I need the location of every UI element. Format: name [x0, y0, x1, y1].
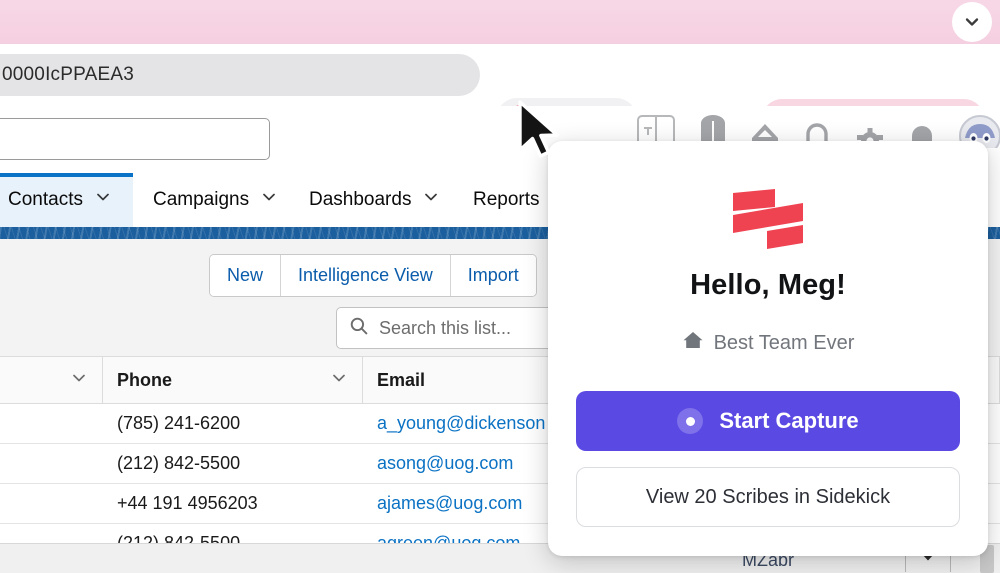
nav-tab-label: Contacts [8, 189, 83, 210]
chevron-down-icon[interactable] [70, 369, 88, 392]
intelligence-view-button[interactable]: Intelligence View [281, 255, 451, 296]
salesforce-global-search[interactable] [0, 118, 270, 160]
cell-phone: (785) 241-6200 [117, 413, 241, 433]
column-header-phone[interactable]: Phone [103, 357, 363, 403]
sidebar-item-campaigns[interactable]: Campaigns [140, 173, 291, 227]
list-action-buttons: New Intelligence View Import [209, 254, 537, 297]
popup-workspace-label: Best Team Ever [713, 331, 855, 354]
view-scribes-button[interactable]: View 20 Scribes in Sidekick [576, 467, 960, 527]
home-icon [682, 329, 704, 357]
address-bar[interactable]: 0000IcPPAEA3 [0, 54, 480, 96]
start-capture-button[interactable]: Start Capture [576, 391, 960, 451]
cell-name [0, 404, 103, 443]
scribe-logo [548, 187, 988, 251]
collapse-button[interactable] [952, 2, 992, 42]
popup-workspace: Best Team Ever [548, 329, 988, 357]
nav-tab-label: Campaigns [153, 189, 250, 210]
cell-name [0, 444, 103, 483]
column-label: Phone [117, 369, 173, 390]
start-capture-label: Start Capture [719, 408, 859, 433]
view-scribes-label: View 20 Scribes in Sidekick [645, 485, 891, 508]
address-bar-text: 0000IcPPAEA3 [2, 64, 134, 85]
chrome-toolbar: 0000IcPPAEA3 20 [0, 44, 1000, 140]
chevron-down-icon[interactable] [422, 188, 440, 212]
scribe-extension-popup: Hello, Meg! Best Team Ever Start Capture… [548, 141, 988, 556]
column-header-name[interactable] [0, 357, 103, 403]
nav-tab-label: Dashboards [309, 189, 412, 210]
record-icon [677, 408, 704, 434]
sidebar-item-contacts[interactable]: Contacts [0, 173, 133, 227]
browser-top-strip [0, 0, 1000, 44]
sidebar-item-dashboards[interactable]: Dashboards [296, 173, 453, 227]
search-list-placeholder: Search this list... [379, 317, 512, 338]
chevron-down-icon [962, 12, 982, 32]
top-strip-background [0, 0, 1000, 44]
sidebar-item-reports[interactable]: Reports [460, 173, 553, 227]
screen: 0000IcPPAEA3 20 [0, 0, 1000, 573]
column-label: Email [377, 369, 426, 390]
chevron-down-icon[interactable] [330, 369, 348, 392]
chevron-down-icon[interactable] [260, 188, 278, 212]
chevron-down-icon[interactable] [94, 188, 112, 212]
cell-phone: +44 191 4956203 [117, 493, 258, 513]
cell-phone: (212) 842-5500 [117, 453, 241, 473]
nav-tab-label: Reports [473, 189, 540, 210]
search-icon [349, 316, 369, 341]
import-button[interactable]: Import [450, 255, 536, 296]
cell-name [0, 484, 103, 523]
new-button[interactable]: New [210, 255, 282, 296]
popup-greeting: Hello, Meg! [690, 269, 846, 301]
